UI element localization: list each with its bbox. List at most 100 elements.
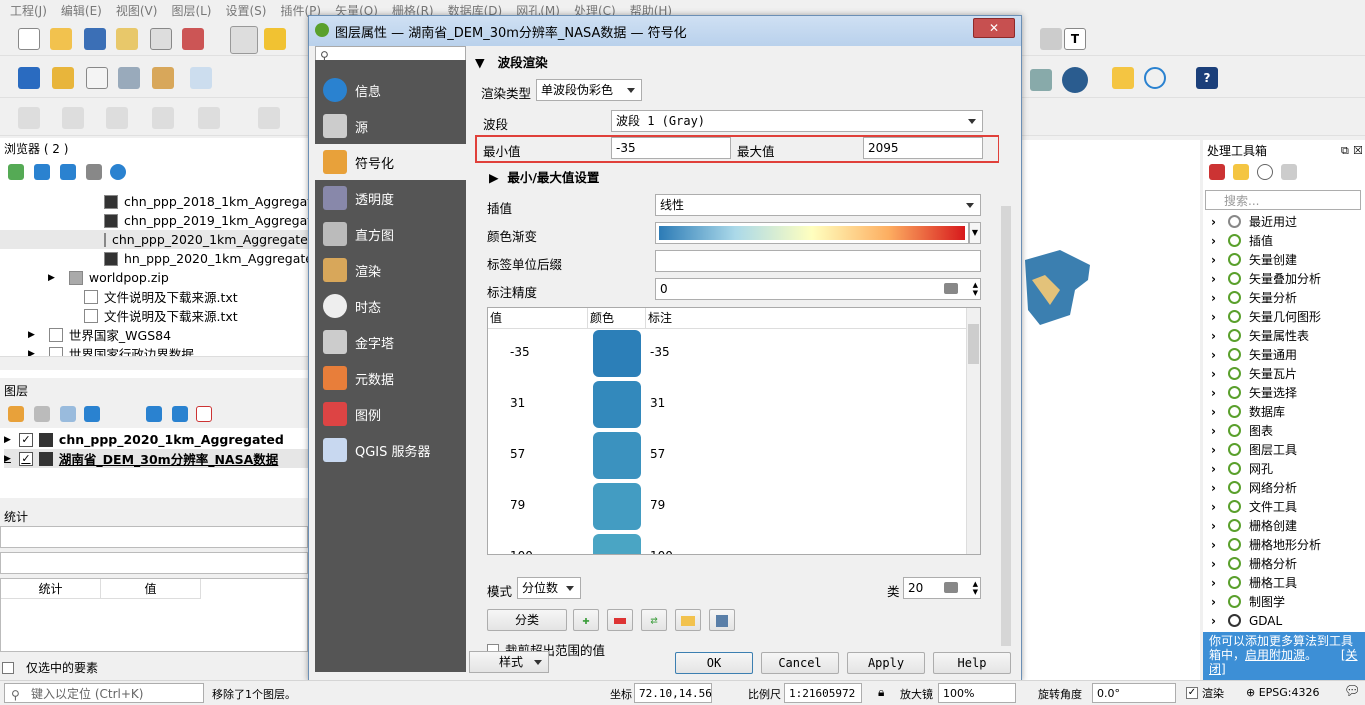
stats-layer-combo[interactable] [0,526,308,548]
zoom-spinbox[interactable]: 100% [938,683,1016,703]
collapse-all-layers-icon[interactable] [172,406,188,422]
new-project-icon[interactable] [18,28,40,50]
scale-combo[interactable]: 1:21605972 [784,683,862,703]
expand-arrow-icon[interactable]: › [1211,253,1216,267]
export-button[interactable] [709,609,735,631]
row-value[interactable]: 79 [510,498,525,512]
sidebar-item-histogram[interactable]: 直方图 [315,216,466,252]
processing-group[interactable]: › 矢量属性表 [1211,326,1309,345]
identify-icon[interactable] [1040,28,1062,50]
value-col-header[interactable]: 值 [101,579,201,599]
color-swatch[interactable] [593,330,641,377]
expand-all-icon[interactable] [146,406,162,422]
float-icon[interactable]: ⧉ [1341,144,1349,158]
crs-button[interactable]: ⊕ EPSG:4326 [1246,686,1320,699]
refresh-icon[interactable] [34,164,50,180]
table-scrollbar[interactable] [966,308,980,554]
open-project-icon[interactable] [50,28,72,50]
collapse-all-icon[interactable] [86,164,102,180]
locator-input[interactable]: ⚲ 键入以定位 (Ctrl+K) [4,683,204,703]
browser-item[interactable]: 文件说明及下载来源.txt [84,306,238,325]
row-value[interactable]: 57 [510,447,525,461]
classify-button[interactable]: 分类 [487,609,567,631]
visibility-icon[interactable] [60,406,76,422]
expand-arrow-icon[interactable]: › [1211,272,1216,286]
new-geopackage-icon[interactable] [52,67,74,89]
add-part-icon[interactable] [198,107,220,129]
results-icon[interactable] [1281,164,1297,180]
sidebar-item-symbology[interactable]: 符号化 [315,144,466,180]
processing-group[interactable]: › GDAL [1211,611,1282,630]
save-project-icon[interactable] [84,28,106,50]
content-scroll-thumb[interactable] [1001,206,1011,646]
browser-item[interactable]: hn_ppp_2020_1km_Aggregated [104,249,321,268]
data-source-manager-icon[interactable] [18,67,40,89]
apply-button[interactable]: Apply [847,652,925,674]
expand-arrow-icon[interactable]: › [1211,310,1216,324]
new-shapefile-icon[interactable] [86,67,108,89]
python-icon[interactable] [1112,67,1134,89]
processing-group[interactable]: › 图层工具 [1211,440,1297,459]
reverse-button[interactable]: ⇄ [641,609,667,631]
layout-manager-icon[interactable] [150,28,172,50]
sidebar-item-legend[interactable]: 图例 [315,396,466,432]
color-ramp-button[interactable] [655,222,969,244]
stats-col-header[interactable]: 统计 [1,579,101,599]
ok-button[interactable]: OK [675,652,753,674]
virtual-layer-icon[interactable] [190,67,212,89]
expand-arrow-icon[interactable]: › [1211,595,1216,609]
expand-arrow-icon[interactable]: › [1211,462,1216,476]
band-render-section[interactable]: ▼ 波段渲染 [475,52,548,71]
row-label[interactable]: 79 [650,498,665,512]
browser-item[interactable]: ▶ worldpop.zip [48,268,169,287]
add-ring-icon[interactable] [152,107,174,129]
row-label[interactable]: 57 [650,447,665,461]
processing-group[interactable]: › 栅格地形分析 [1211,535,1321,554]
filter-icon[interactable] [60,164,76,180]
coord-input[interactable]: 72.10,14.56 [634,683,712,703]
processing-group[interactable]: › 矢量创建 [1211,250,1297,269]
style-button[interactable]: 样式 [469,651,549,673]
processing-group[interactable]: › 图表 [1211,421,1273,440]
menu-item[interactable]: 工程(J) [10,2,47,19]
globe-icon[interactable] [1062,67,1088,93]
color-ramp-dropdown[interactable]: ▼ [969,222,981,244]
expand-arrow-icon[interactable]: › [1211,367,1216,381]
row-label[interactable]: 100 [650,549,673,554]
row-value[interactable]: -35 [510,345,530,359]
browser-item[interactable]: ▶ 世界国家_WGS84 [28,325,171,344]
add-value-button[interactable]: ✚ [573,609,599,631]
processing-group[interactable]: › 文件工具 [1211,497,1297,516]
layer-styling-icon[interactable] [8,406,24,422]
expand-arrow-icon[interactable]: › [1211,500,1216,514]
processing-group[interactable]: › 网络分析 [1211,478,1297,497]
sidebar-item-transparency[interactable]: 透明度 [315,180,466,216]
color-swatch[interactable] [593,381,641,428]
filter-legend-icon[interactable] [84,406,100,422]
color-swatch[interactable] [593,432,641,479]
add-group-icon[interactable] [34,406,50,422]
gears-icon[interactable] [1209,164,1225,180]
menu-item[interactable]: 视图(V) [116,2,158,19]
processing-group[interactable]: › 制图学 [1211,592,1285,611]
text-annotation-icon[interactable]: T [1064,28,1086,50]
digitize-icon[interactable] [118,67,140,89]
close-button[interactable]: ✕ [973,18,1015,38]
load-button[interactable] [675,609,701,631]
browser-item[interactable]: 文件说明及下载来源.txt [84,287,238,306]
table-row[interactable]: 100 100 [488,532,966,554]
add-line-icon[interactable] [62,107,84,129]
select-icon[interactable] [258,107,280,129]
pan-hand-icon[interactable] [230,26,258,54]
col-color-header[interactable]: 颜色 [588,308,646,328]
remove-layer-icon[interactable] [196,406,212,422]
processing-group[interactable]: › 矢量分析 [1211,288,1297,307]
expand-arrow-icon[interactable]: › [1211,481,1216,495]
render-type-combo[interactable]: 单波段伪彩色 [536,79,642,101]
col-label-header[interactable]: 标注 [646,308,966,328]
rotation-spinbox[interactable]: 0.0° [1092,683,1176,703]
processing-group[interactable]: › 矢量几何图形 [1211,307,1321,326]
suffix-input[interactable] [655,250,981,272]
expand-arrow-icon[interactable]: › [1211,538,1216,552]
expand-arrow-icon[interactable]: › [1211,519,1216,533]
